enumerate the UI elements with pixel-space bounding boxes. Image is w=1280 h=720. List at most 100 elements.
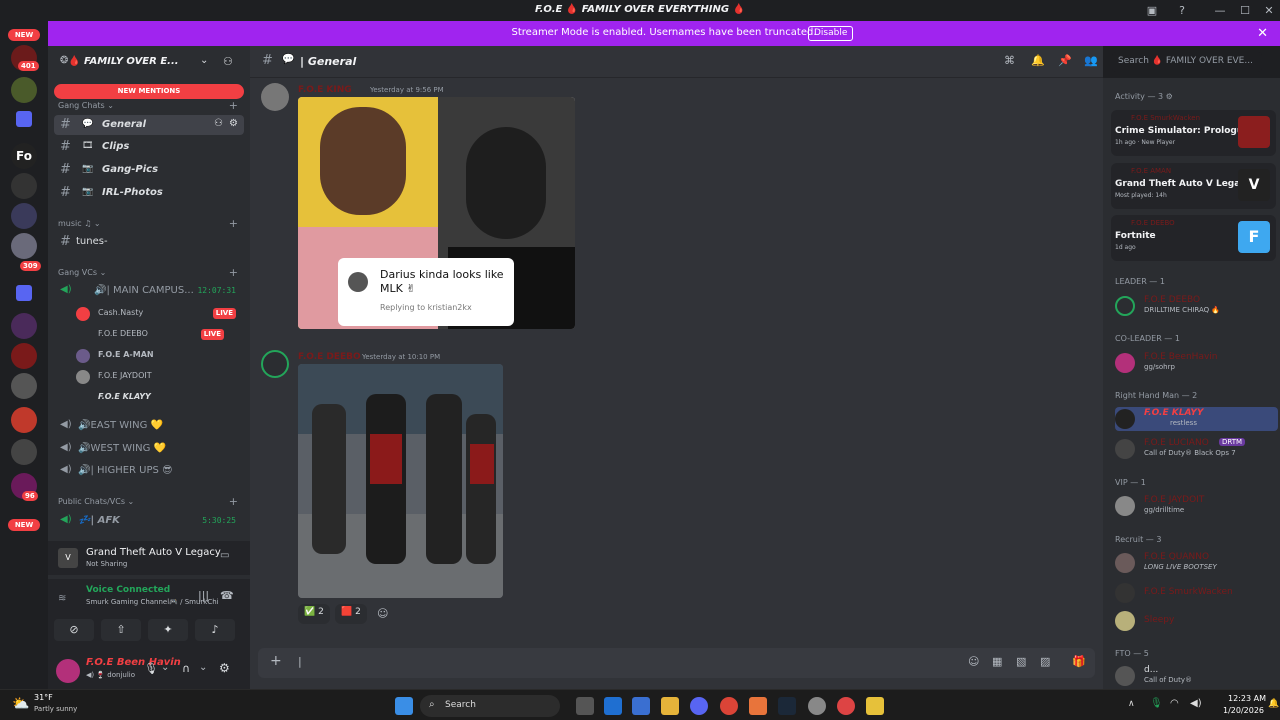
steam-icon[interactable] — [778, 697, 796, 715]
voice-user[interactable]: F.O.E DEEBO LIVE — [76, 326, 244, 344]
server-icon[interactable] — [11, 373, 37, 399]
new-mentions-pill[interactable]: NEW MENTIONS — [54, 84, 244, 99]
voice-user[interactable]: F.O.E A-MAN — [76, 347, 244, 365]
category-public[interactable]: Public Chats/VCs ⌄ — [58, 497, 134, 506]
brave-icon[interactable] — [749, 697, 767, 715]
voice-channel-afk[interactable]: ◀) 💤| AFK 5:30:25 — [54, 511, 244, 531]
gear-icon[interactable]: ⚙ — [219, 661, 230, 675]
disconnect-icon[interactable]: ☎ — [220, 589, 234, 602]
wifi-icon[interactable]: ◠ — [1170, 698, 1179, 709]
add-channel-icon[interactable]: + — [229, 495, 238, 508]
maximize-button[interactable]: ☐ — [1237, 3, 1253, 19]
foe-server-icon[interactable]: Fo — [11, 143, 37, 169]
screen-share-icon[interactable]: ▭ — [220, 550, 229, 561]
headphones-icon[interactable]: ∩ — [182, 662, 190, 675]
soundboard-button[interactable]: ♪ — [195, 619, 235, 641]
voice-user[interactable]: F.O.E KLAYY — [76, 389, 244, 407]
discord-icon[interactable] — [690, 697, 708, 715]
add-reaction-icon[interactable]: ☺ — [377, 607, 388, 620]
member-item[interactable]: F.O.E LUCIANO DRTM Call of Duty® Black O… — [1115, 437, 1275, 461]
screen-share-button[interactable]: ⇧ — [101, 619, 141, 641]
pin-icon[interactable]: 📌 — [1058, 54, 1072, 67]
store-icon[interactable] — [632, 697, 650, 715]
inbox-icon[interactable]: ▣ — [1144, 3, 1160, 19]
voice-channel-main-campus[interactable]: ◀) 🔊| MAIN CAMPUS... 12:07:31 — [54, 281, 244, 301]
minimize-button[interactable]: — — [1212, 3, 1228, 19]
member-item[interactable]: F.O.E BeenHavin gg/sohrp — [1115, 351, 1275, 375]
outlook-icon[interactable] — [604, 697, 622, 715]
disable-streamer-button[interactable]: Disable — [808, 26, 854, 41]
voice-channel-higher-ups[interactable]: ◀) 🔊| HIGHER UPS 😎 — [54, 461, 244, 481]
avatar[interactable] — [261, 83, 289, 111]
activity-card[interactable]: F.O.E SmurkWacken Crime Simulator: Prolo… — [1111, 110, 1276, 156]
channel-gang-pics[interactable]: # 📷 Gang-Pics — [54, 160, 244, 180]
add-channel-icon[interactable]: + — [229, 266, 238, 279]
folder-icon[interactable] — [16, 285, 32, 301]
server-icon[interactable] — [11, 77, 37, 103]
category-gang-vcs[interactable]: Gang VCs ⌄ — [58, 268, 106, 277]
voice-channel-east-wing[interactable]: ◀) 🔊EAST WING 💛 — [54, 416, 244, 436]
server-icon[interactable] — [11, 313, 37, 339]
member-item[interactable]: F.O.E DEEBO DRILLTIME CHIRAQ 🔥 — [1115, 294, 1275, 318]
voice-channel-west-wing[interactable]: ◀) 🔊WEST WING 💛 — [54, 439, 244, 459]
search-input[interactable]: Search 🩸 FAMILY OVER EVE... — [1112, 52, 1262, 72]
server-icon[interactable] — [11, 439, 37, 465]
app-icon[interactable] — [837, 697, 855, 715]
microphone-icon[interactable]: 🎙 — [1150, 698, 1163, 709]
gif-icon[interactable]: ▦ — [992, 655, 1002, 668]
close-window-button[interactable]: ✕ — [1261, 3, 1277, 19]
folder-icon[interactable] — [16, 111, 32, 127]
explorer-icon[interactable] — [661, 697, 679, 715]
add-channel-icon[interactable]: + — [229, 217, 238, 230]
start-icon[interactable] — [395, 697, 413, 715]
clock-date[interactable]: 1/20/2026 — [1223, 706, 1264, 715]
threads-icon[interactable]: ⌘ — [1004, 54, 1015, 67]
chevron-up-icon[interactable]: ∧ — [1128, 699, 1135, 709]
member-item[interactable]: d... Call of Duty® — [1115, 664, 1275, 688]
taskbar-search[interactable]: ⌕ Search — [420, 695, 560, 717]
close-banner-icon[interactable]: ✕ — [1257, 26, 1268, 41]
task-view-icon[interactable] — [576, 697, 594, 715]
add-member-icon[interactable]: ⚇ — [223, 55, 233, 68]
notification-icon[interactable]: 🔔 — [1268, 699, 1279, 709]
activity-panel[interactable]: V Grand Theft Auto V Legacy Not Sharing … — [48, 541, 250, 575]
signal-icon[interactable]: ≋ — [58, 593, 66, 604]
chevron-down-icon[interactable]: ⌄ — [199, 662, 207, 673]
activity-card[interactable]: F.O.E AMAN Grand Theft Auto V Legacy Mos… — [1111, 163, 1276, 209]
new-unread-pill[interactable]: NEW — [8, 29, 40, 41]
reaction-custom[interactable]: 🟥 2 — [335, 604, 367, 624]
chrome-icon[interactable] — [720, 697, 738, 715]
category-music[interactable]: music ♫ ⌄ — [58, 219, 101, 228]
channel-clips[interactable]: # 🎞 Clips — [54, 137, 244, 157]
new-unread-pill[interactable]: NEW — [8, 519, 40, 531]
member-list-icon[interactable]: 👥 — [1084, 54, 1098, 67]
gift-icon[interactable]: 🎁 — [1072, 655, 1086, 668]
warning-icon[interactable] — [866, 697, 884, 715]
weather-temp[interactable]: 31°F — [34, 693, 53, 702]
member-item[interactable]: F.O.E SmurkWacken — [1115, 581, 1275, 605]
category-gang-chats[interactable]: Gang Chats ⌄ — [58, 101, 114, 110]
weather-desc[interactable]: Partly sunny — [34, 705, 77, 713]
voice-user[interactable]: F.O.E JAYDOIT — [76, 368, 244, 386]
add-channel-icon[interactable]: + — [229, 99, 238, 112]
message-author[interactable]: F.O.E DEEBO — [298, 352, 361, 362]
avatar[interactable] — [56, 659, 80, 683]
image-upload-icon[interactable]: ▨ — [1040, 655, 1050, 668]
member-item[interactable]: F.O.E QUANNO LONG LIVE BOOTSEY — [1115, 551, 1275, 575]
server-icon[interactable] — [11, 203, 37, 229]
voice-user[interactable]: Cash.Nasty LIVE — [76, 305, 244, 323]
server-icon[interactable] — [11, 407, 37, 433]
sticker-icon[interactable]: ▧ — [1016, 655, 1026, 668]
settings-icon[interactable] — [808, 697, 826, 715]
chevron-down-icon[interactable]: ⌄ — [161, 662, 169, 673]
activities-button[interactable]: ✦ — [148, 619, 188, 641]
invite-icon[interactable]: ⚇ — [214, 118, 223, 129]
server-icon[interactable] — [11, 343, 37, 369]
clock-time[interactable]: 12:23 AM — [1228, 694, 1266, 703]
reaction-check[interactable]: ✅ 2 — [298, 604, 330, 624]
activity-card[interactable]: F.O.E DEEBO Fortnite 1d ago F — [1111, 215, 1276, 261]
noise-suppression-icon[interactable]: ||| — [198, 589, 209, 602]
channel-tunes[interactable]: # tunes- — [54, 232, 244, 252]
member-item[interactable]: F.O.E KLAYY restless — [1115, 407, 1278, 431]
server-icon[interactable] — [11, 233, 37, 259]
